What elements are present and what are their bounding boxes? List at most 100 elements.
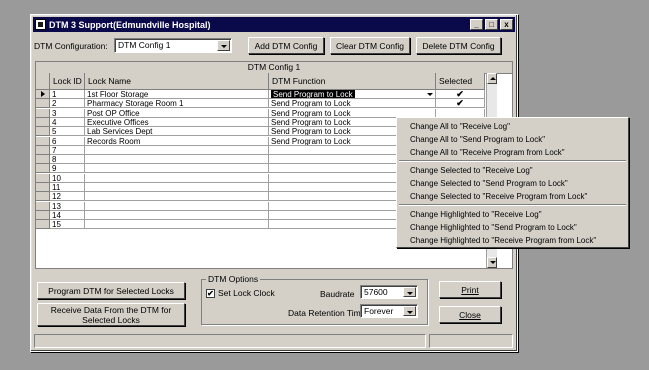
cell-lock-name[interactable] [85,192,269,202]
scroll-up-icon[interactable] [487,73,497,84]
table-row[interactable]: 2 Pharmacy Storage Room 1 Send Program to … [36,99,512,109]
current-row-indicator-icon[interactable] [36,90,50,99]
cell-lock-id[interactable]: 5 [50,127,85,137]
maximize-button[interactable]: □ [485,19,498,30]
minimize-button[interactable]: _ [470,19,483,30]
retention-select[interactable]: Forever [360,304,418,318]
cell-lock-id[interactable]: 1 [50,90,85,99]
row-header[interactable] [36,164,50,174]
cell-lock-name[interactable]: Records Room [85,136,269,146]
cell-lock-id[interactable]: 3 [50,108,85,118]
row-header[interactable] [36,192,50,202]
row-header[interactable] [36,201,50,211]
header-lock-id[interactable]: Lock ID [50,73,85,90]
header-dtm-function[interactable]: DTM Function [269,73,436,90]
cell-lock-id[interactable]: 15 [50,220,85,230]
clear-config-button[interactable]: Clear DTM Config [330,37,410,54]
cell-lock-id[interactable]: 13 [50,201,85,211]
cell-lock-name[interactable] [85,183,269,192]
baudrate-value: 57600 [364,287,388,297]
scroll-down-icon[interactable] [487,257,497,268]
row-header[interactable] [36,108,50,118]
retention-value: Forever [364,306,394,316]
cell-lock-id[interactable]: 8 [50,155,85,165]
dtm-options-title: DTM Options [206,274,261,284]
close-window-button[interactable]: x [500,19,513,30]
context-menu-item[interactable]: Change All to "Receive Log" [399,121,626,132]
receive-data-button[interactable]: Receive Data From the DTM for Selected L… [37,303,185,326]
header-selected[interactable]: Selected [436,73,485,90]
receive-data-label-1: Receive Data From the DTM for [50,304,172,315]
cell-lock-name[interactable] [85,155,269,165]
chevron-down-icon[interactable] [426,91,434,97]
baudrate-select[interactable]: 57600 [360,285,418,299]
row-header[interactable] [36,155,50,165]
set-clock-label: Set Lock Clock [218,288,275,298]
cell-lock-name[interactable]: 1st Floor Storage [85,90,269,99]
context-menu-item[interactable]: Change Highlighted to "Receive Log" [399,209,626,220]
context-menu-item[interactable]: Change Highlighted to "Receive Program f… [399,235,626,246]
cell-lock-id[interactable]: 4 [50,117,85,127]
row-header[interactable] [36,127,50,137]
close-button[interactable]: Close [439,306,501,323]
cell-lock-name[interactable] [85,173,269,183]
context-menu: Change All to "Receive Log" Change All to… [396,117,629,248]
cell-dtm-function-editor[interactable]: Send Program to Lock [271,90,355,98]
context-menu-item[interactable]: Change Selected to "Send Program to Lock… [399,178,626,189]
cell-dtm-function[interactable]: Send Program to Lock [269,99,436,109]
row-header[interactable] [36,99,50,109]
menu-separator [399,160,626,162]
context-menu-item[interactable]: Change Highlighted to "Send Program to L… [399,222,626,233]
cell-lock-id[interactable]: 7 [50,145,85,155]
cell-lock-id[interactable]: 14 [50,210,85,220]
program-dtm-button[interactable]: Program DTM for Selected Locks [37,282,185,299]
title-bar: DTM 3 Support(Edmundville Hospital) _ □ … [33,17,515,32]
context-menu-item[interactable]: Change Selected to "Receive Log" [399,165,626,176]
cell-lock-id[interactable]: 11 [50,183,85,192]
cell-lock-id[interactable]: 9 [50,164,85,174]
row-header-corner [36,73,50,90]
cell-selected[interactable]: ✔ [436,90,485,99]
row-header[interactable] [36,145,50,155]
cell-lock-id[interactable]: 2 [50,99,85,109]
context-menu-item[interactable]: Change All to "Receive Program from Lock… [399,147,626,158]
status-bar [34,334,514,348]
row-header[interactable] [36,117,50,127]
cell-lock-id[interactable]: 10 [50,173,85,183]
cell-lock-name[interactable] [85,210,269,220]
context-menu-item[interactable]: Change All to "Send Program to Lock" [399,134,626,145]
receive-data-label-2: Selected Locks [82,314,140,325]
chevron-down-icon[interactable] [403,306,416,316]
row-header[interactable] [36,220,50,230]
header-lock-name[interactable]: Lock Name [85,73,269,90]
cell-lock-id[interactable]: 12 [50,192,85,202]
add-config-button[interactable]: Add DTM Config [248,37,324,54]
config-select[interactable]: DTM Config 1 [114,38,232,53]
row-header[interactable] [36,183,50,192]
cell-lock-name[interactable] [85,145,269,155]
row-header[interactable] [36,210,50,220]
cell-lock-name[interactable]: Executive Offices [85,117,269,127]
cell-selected[interactable]: ✔ [436,99,485,109]
cell-lock-name[interactable]: Lab Services Dept [85,127,269,137]
cell-lock-id[interactable]: 6 [50,136,85,146]
chevron-down-icon[interactable] [217,40,230,51]
chevron-down-icon[interactable] [403,287,416,297]
cell-dtm-function[interactable]: Send Program to Lock [269,90,436,99]
cell-lock-name[interactable]: Pharmacy Storage Room 1 [85,99,269,109]
cell-lock-name[interactable]: Post OP Office [85,108,269,118]
status-panel-secondary [429,334,513,348]
cell-lock-name[interactable] [85,220,269,230]
set-clock-checkbox[interactable]: ✔ [206,289,215,298]
close-label: Close [459,309,481,320]
cell-lock-name[interactable] [85,201,269,211]
cell-lock-name[interactable] [85,164,269,174]
print-button[interactable]: Print [439,281,501,298]
row-header[interactable] [36,136,50,146]
config-select-value: DTM Config 1 [118,40,171,50]
row-header[interactable] [36,173,50,183]
context-menu-item[interactable]: Change Selected to "Receive Program from… [399,191,626,202]
delete-config-button[interactable]: Delete DTM Config [416,37,501,54]
menu-separator [399,204,626,206]
table-row[interactable]: 1 1st Floor Storage Send Program to Lock ✔ [36,90,512,99]
